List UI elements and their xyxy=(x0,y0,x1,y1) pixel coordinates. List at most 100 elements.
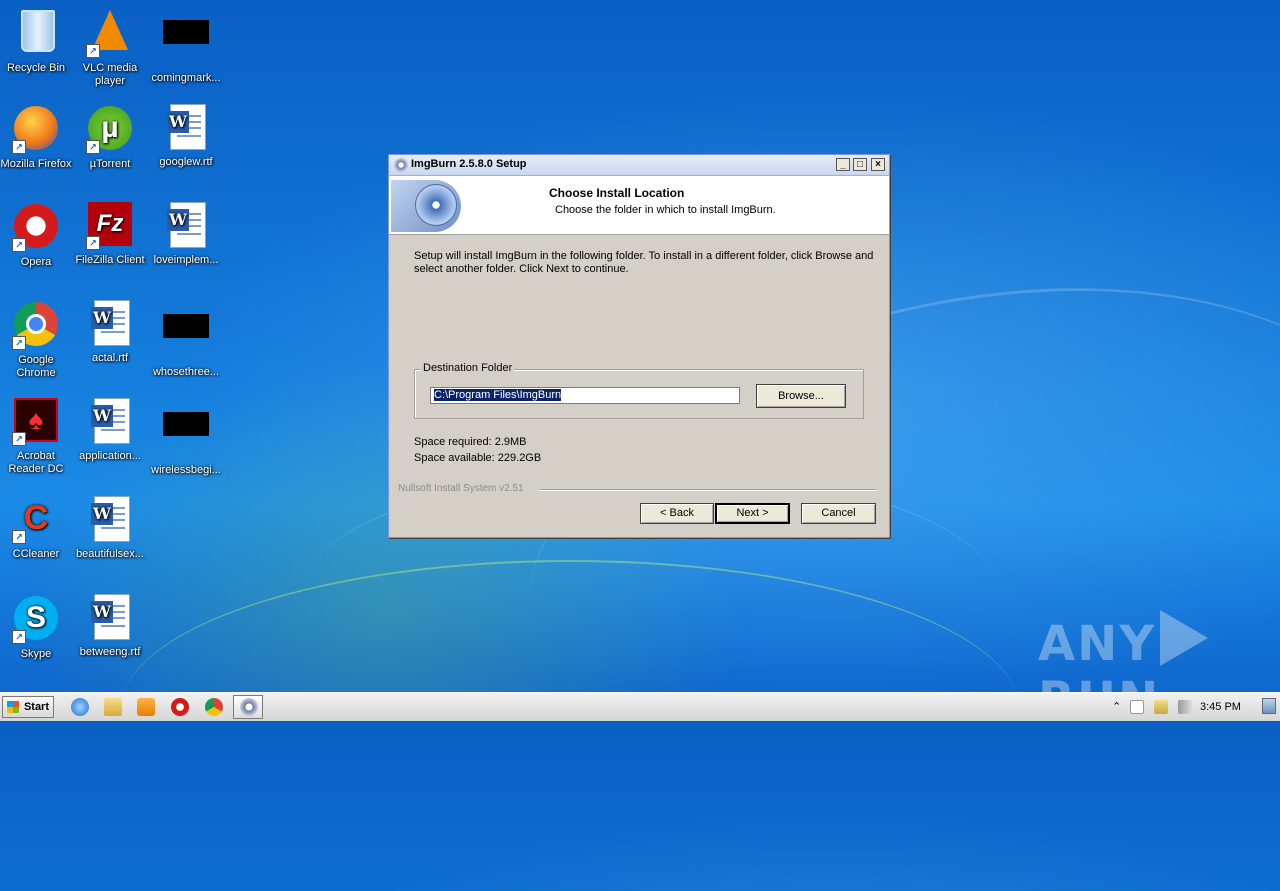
desktop-icon-opera[interactable]: ↗ Opera xyxy=(0,202,74,269)
icon-label: VLC media player xyxy=(82,62,138,87)
utorrent-icon: µ ↗ xyxy=(86,106,134,154)
internet-explorer-icon[interactable] xyxy=(71,698,89,716)
dialog-titlebar[interactable]: ImgBurn 2.5.8.0 Setup _ □ × xyxy=(389,155,889,176)
firefox-icon: ↗ xyxy=(12,106,60,154)
action-center-flag-icon[interactable] xyxy=(1130,700,1144,714)
shortcut-arrow-icon: ↗ xyxy=(12,140,26,154)
ccleaner-icon: C ↗ xyxy=(12,496,60,544)
redacted-file-icon xyxy=(162,412,210,460)
footer-divider xyxy=(539,489,877,491)
next-button[interactable]: Next > xyxy=(715,503,790,524)
icon-label: googlew.rtf xyxy=(159,156,213,168)
chrome-icon: ↗ xyxy=(12,302,60,350)
desktop-icon-utorrent[interactable]: µ ↗ µTorrent xyxy=(72,104,148,171)
word-document-icon: W xyxy=(162,104,210,152)
word-document-icon: W xyxy=(86,496,134,544)
icon-label: Google Chrome xyxy=(16,354,56,379)
browse-button[interactable]: Browse... xyxy=(756,384,846,408)
intro-text: Setup will install ImgBurn in the follow… xyxy=(414,250,874,275)
icon-label: Acrobat Reader DC xyxy=(8,450,64,475)
nsis-branding: Nullsoft Install System v2.51 xyxy=(398,483,524,494)
network-icon[interactable] xyxy=(1154,700,1168,714)
header-title: Choose Install Location xyxy=(549,186,685,200)
filezilla-icon: Fz ↗ xyxy=(86,202,134,250)
dialog-header: Choose Install Location Choose the folde… xyxy=(389,176,889,235)
icon-label: Opera xyxy=(20,256,52,268)
desktop-icon-acrobat[interactable]: ♠ ↗ Acrobat Reader DC xyxy=(0,398,74,476)
space-available: Space available: 229.2GB xyxy=(414,452,542,464)
icon-label: FileZilla Client xyxy=(75,254,145,266)
desktop-icon-wirelessbegi[interactable]: wirelessbegi... xyxy=(148,398,224,477)
desktop-icon-loveimplem[interactable]: W loveimplem... xyxy=(148,202,224,267)
desktop-icon-vlc[interactable]: ↗ VLC media player xyxy=(72,6,148,88)
header-subtitle: Choose the folder in which to install Im… xyxy=(555,204,776,216)
shortcut-arrow-icon: ↗ xyxy=(12,530,26,544)
installer-logo-icon xyxy=(391,180,461,232)
chrome-taskbar-icon[interactable] xyxy=(205,698,223,716)
acrobat-icon: ♠ ↗ xyxy=(12,398,60,446)
icon-label: wirelessbegi... xyxy=(151,464,221,476)
shortcut-arrow-icon: ↗ xyxy=(86,236,100,250)
desktop-icon-whosethree[interactable]: whosethree... xyxy=(148,300,224,379)
windows-logo-icon xyxy=(7,701,19,713)
desktop-icon-comingmark[interactable]: comingmark... xyxy=(148,6,224,85)
show-hidden-icons-button[interactable]: ⌃ xyxy=(1112,700,1121,713)
icon-label: Recycle Bin xyxy=(6,62,66,74)
opera-taskbar-icon[interactable] xyxy=(171,698,189,716)
redacted-file-icon xyxy=(162,20,210,68)
volume-speaker-icon[interactable] xyxy=(1178,700,1192,714)
close-button[interactable]: × xyxy=(871,158,885,171)
word-document-icon: W xyxy=(86,398,134,446)
desktop-icon-recycle-bin[interactable]: Recycle Bin xyxy=(0,6,74,75)
space-required: Space required: 2.9MB xyxy=(414,436,527,448)
icon-label: Mozilla Firefox xyxy=(0,158,72,170)
destination-folder-input[interactable]: C:\Program Files\ImgBurn xyxy=(430,387,740,404)
desktop-icon-filezilla[interactable]: Fz ↗ FileZilla Client xyxy=(72,202,148,267)
shortcut-arrow-icon: ↗ xyxy=(12,432,26,446)
icon-label: CCleaner xyxy=(12,548,60,560)
desktop-icon-googlew-rtf[interactable]: W googlew.rtf xyxy=(148,104,224,169)
maximize-button[interactable]: □ xyxy=(853,158,867,171)
shortcut-arrow-icon: ↗ xyxy=(86,44,100,58)
file-explorer-icon[interactable] xyxy=(104,698,122,716)
cancel-button[interactable]: Cancel xyxy=(801,503,876,524)
dialog-title: ImgBurn 2.5.8.0 Setup xyxy=(411,158,527,170)
vlc-cone-icon: ↗ xyxy=(86,10,134,58)
show-desktop-button[interactable] xyxy=(1262,698,1276,714)
icon-label: loveimplem... xyxy=(153,254,219,266)
shortcut-arrow-icon: ↗ xyxy=(86,140,100,154)
back-button[interactable]: < Back xyxy=(640,503,714,524)
icon-label: whosethree... xyxy=(152,366,220,378)
icon-label: comingmark... xyxy=(151,72,221,84)
icon-label: application... xyxy=(79,450,141,462)
opera-icon: ↗ xyxy=(12,204,60,252)
desktop-icon-chrome[interactable]: ↗ Google Chrome xyxy=(0,300,74,380)
imgburn-disc-icon xyxy=(240,698,258,716)
desktop-icon-application[interactable]: W application... xyxy=(72,398,148,463)
icon-label: Skype xyxy=(20,648,52,660)
media-player-icon[interactable] xyxy=(137,698,155,716)
icon-label: actal.rtf xyxy=(91,352,129,364)
setup-dialog: ImgBurn 2.5.8.0 Setup _ □ × Choose Insta… xyxy=(388,154,890,538)
desktop-icon-betweeng-rtf[interactable]: W betweeng.rtf xyxy=(72,594,148,659)
imgburn-disc-icon xyxy=(394,158,408,172)
group-label: Destination Folder xyxy=(421,362,515,374)
skype-icon: S ↗ xyxy=(12,596,60,644)
start-button[interactable]: Start xyxy=(2,696,54,718)
imgburn-taskbar-button[interactable] xyxy=(233,695,263,719)
desktop-icon-firefox[interactable]: ↗ Mozilla Firefox xyxy=(0,104,74,171)
minimize-button[interactable]: _ xyxy=(836,158,850,171)
selected-path-text: C:\Program Files\ImgBurn xyxy=(434,389,562,401)
icon-label: beautifulsex... xyxy=(76,548,144,560)
desktop-icon-beautifulsex[interactable]: W beautifulsex... xyxy=(72,496,148,561)
play-triangle-icon xyxy=(1160,610,1209,666)
recycle-bin-icon xyxy=(12,10,60,58)
icon-label: µTorrent xyxy=(89,158,131,170)
desktop-icon-skype[interactable]: S ↗ Skype xyxy=(0,594,74,661)
desktop-icon-ccleaner[interactable]: C ↗ CCleaner xyxy=(0,496,74,561)
desktop-icon-actal-rtf[interactable]: W actal.rtf xyxy=(72,300,148,365)
redacted-file-icon xyxy=(162,314,210,362)
watermark-left-text: ANY xyxy=(1038,616,1157,672)
taskbar-clock[interactable]: 3:45 PM xyxy=(1200,701,1241,713)
word-document-icon: W xyxy=(86,300,134,348)
